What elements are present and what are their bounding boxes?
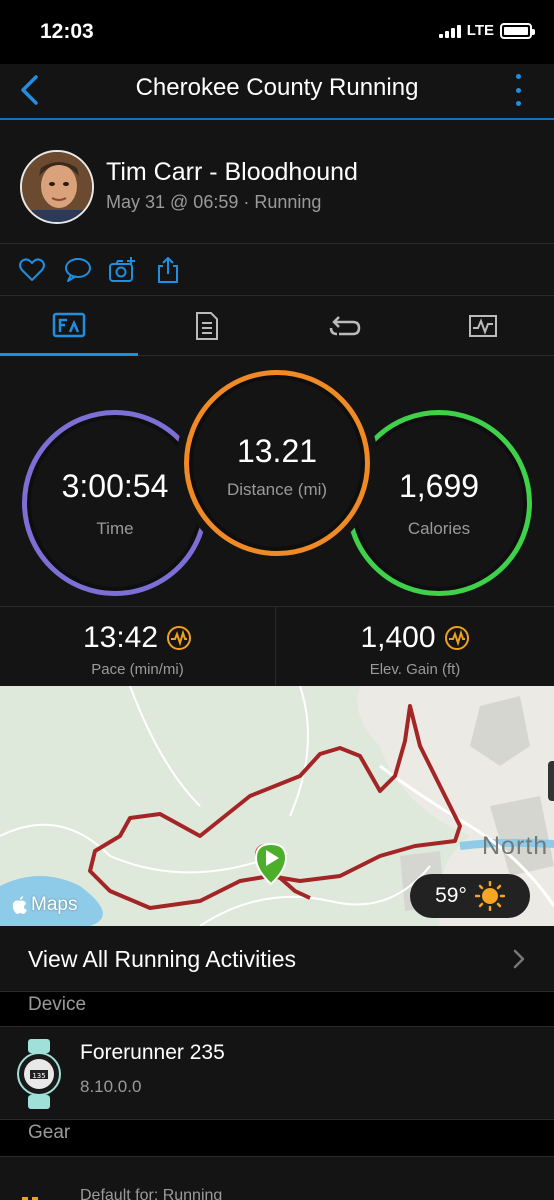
apple-maps-logo: Maps bbox=[12, 894, 77, 916]
metrics-row: 13:42 Pace (min/mi) 1,400 Elev. Gain (ft… bbox=[0, 606, 554, 687]
tab-charts[interactable] bbox=[414, 296, 552, 356]
distance-ring: 13.21 Distance (mi) bbox=[184, 370, 370, 556]
tab-overview[interactable] bbox=[0, 296, 138, 356]
device-version: 8.10.0.0 bbox=[80, 1077, 142, 1096]
battery-icon bbox=[500, 22, 535, 39]
social-actions bbox=[0, 244, 554, 296]
activity-tabs bbox=[0, 296, 554, 356]
laps-icon bbox=[329, 316, 361, 336]
calories-label: Calories bbox=[407, 518, 471, 538]
watch-icon: 135 bbox=[17, 1039, 61, 1109]
document-icon bbox=[196, 312, 218, 340]
activity-meta: May 31 @ 06:59 · Running bbox=[106, 192, 322, 212]
time-ring: 3:00:54 Time bbox=[22, 410, 208, 596]
add-photo-icon[interactable] bbox=[108, 256, 136, 284]
gear-row[interactable]: Default for: Running bbox=[0, 1156, 554, 1200]
pulse-icon bbox=[444, 626, 469, 650]
apple-icon bbox=[12, 896, 27, 914]
sun-icon bbox=[474, 881, 505, 911]
comment-icon[interactable] bbox=[64, 256, 92, 284]
svg-text:135: 135 bbox=[32, 1072, 45, 1080]
status-time: 12:03 bbox=[40, 20, 94, 43]
pulse-icon bbox=[167, 626, 192, 650]
avatar[interactable] bbox=[20, 150, 94, 224]
weather-badge: 59° bbox=[410, 874, 530, 918]
tab-stats[interactable] bbox=[138, 296, 276, 356]
tab-laps[interactable] bbox=[276, 296, 414, 356]
gear-default-text: Default for: Running bbox=[80, 1187, 223, 1200]
pace-label: Pace (min/mi) bbox=[91, 661, 184, 678]
chevron-right-icon bbox=[513, 949, 525, 969]
activity-header: Tim Carr - Bloodhound May 31 @ 06:59 · R… bbox=[0, 120, 554, 244]
distance-value: 13.21 bbox=[236, 432, 318, 469]
pace-metric[interactable]: 13:42 Pace (min/mi) bbox=[0, 607, 276, 687]
signal-icon bbox=[438, 24, 461, 38]
map-town-label: North bbox=[482, 832, 549, 860]
device-row[interactable]: 135 Forerunner 235 8.10.0.0 bbox=[0, 1026, 554, 1120]
gear-section-header: Gear bbox=[0, 1120, 554, 1154]
elevation-metric[interactable]: 1,400 Elev. Gain (ft) bbox=[277, 607, 553, 687]
time-label: Time bbox=[96, 518, 134, 538]
shoe-icon bbox=[22, 1197, 38, 1200]
view-all-activities-row[interactable]: View All Running Activities bbox=[0, 926, 554, 992]
time-value: 3:00:54 bbox=[61, 467, 169, 504]
distance-label: Distance (mi) bbox=[226, 479, 328, 499]
view-all-label: View All Running Activities bbox=[28, 946, 297, 972]
chart-icon bbox=[469, 315, 497, 337]
maps-label: Maps bbox=[31, 894, 78, 915]
user-name[interactable]: Tim Carr - Bloodhound bbox=[106, 158, 358, 187]
route-map[interactable]: North Maps 59° bbox=[0, 686, 554, 926]
device-name: Forerunner 235 bbox=[80, 1041, 225, 1064]
status-bar: 12:03 LTE bbox=[0, 0, 554, 64]
share-icon[interactable] bbox=[154, 256, 182, 284]
stats-summary: 3:00:54 Time 1,699 Calories 13.21 Distan… bbox=[0, 356, 554, 606]
more-options-button[interactable] bbox=[512, 74, 524, 106]
heart-icon[interactable] bbox=[18, 256, 46, 284]
page-title: Cherokee County Running bbox=[135, 74, 419, 101]
calories-value: 1,699 bbox=[398, 467, 480, 504]
calories-ring: 1,699 Calories bbox=[346, 410, 532, 596]
network-label: LTE bbox=[466, 22, 494, 39]
elevation-label: Elev. Gain (ft) bbox=[369, 661, 461, 678]
status-indicators: LTE bbox=[438, 22, 535, 39]
device-section-header: Device bbox=[0, 992, 554, 1026]
temperature: 59° bbox=[435, 884, 467, 907]
elevation-value: 1,400 bbox=[360, 621, 436, 654]
avatar-image bbox=[22, 152, 92, 222]
navigation-bar: Cherokee County Running bbox=[0, 64, 554, 120]
pace-value: 13:42 bbox=[82, 621, 159, 654]
overview-icon bbox=[52, 312, 86, 337]
